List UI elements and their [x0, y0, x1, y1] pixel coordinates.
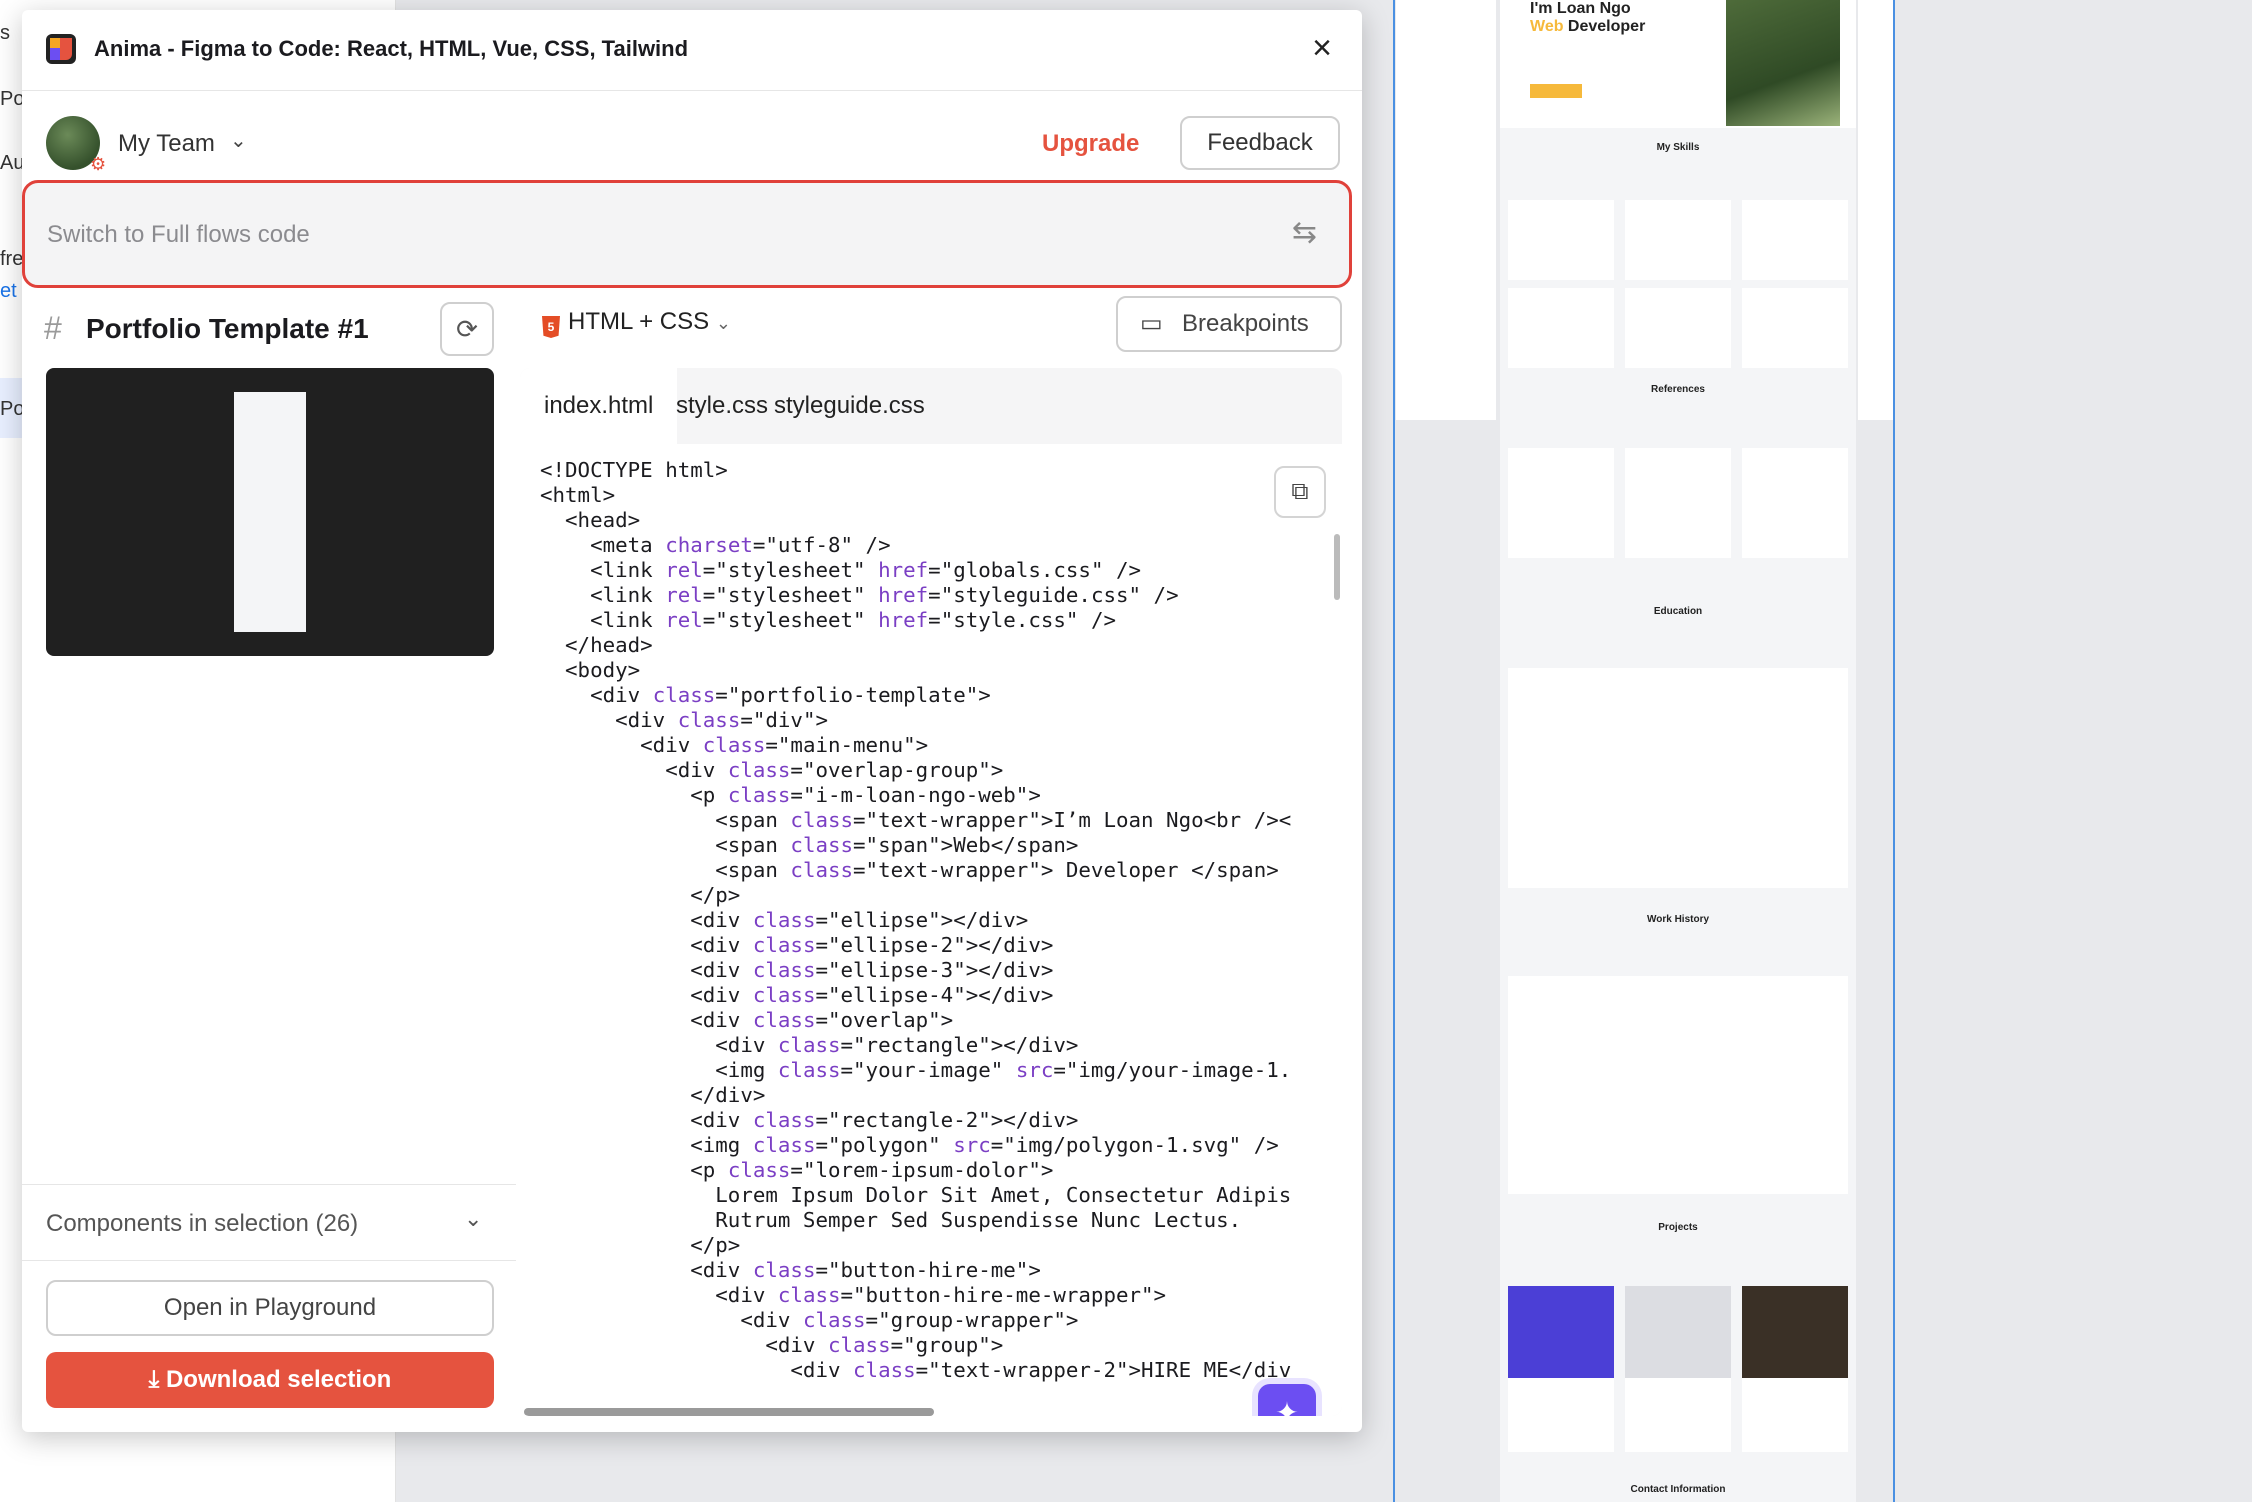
code-line: <link rel="stylesheet" href="style.css" … [540, 608, 1116, 632]
code-line: <div class="main-menu"> [540, 733, 929, 757]
code-line: <div class="ellipse-3"></div> [540, 958, 1054, 982]
code-line: <img class="polygon" src="img/polygon-1.… [540, 1133, 1279, 1157]
layer-fragment: s [0, 22, 10, 44]
language-label: HTML + CSS [568, 308, 710, 335]
gear-icon[interactable]: ⚙ [90, 154, 106, 175]
frame-thumbnail [234, 392, 306, 632]
code-line: <div class="button-hire-me"> [540, 1258, 1041, 1282]
code-line: <link rel="stylesheet" href="globals.css… [540, 558, 1142, 582]
code-line: <div class="ellipse-4"></div> [540, 983, 1054, 1007]
breakpoints-button[interactable]: ▭ Breakpoints [1116, 296, 1342, 352]
breakpoints-label: Breakpoints [1182, 310, 1309, 337]
code-line: <div class="ellipse-2"></div> [540, 933, 1054, 957]
code-line: <div class="text-wrapper-2">HIRE ME</div [540, 1358, 1292, 1382]
breakpoints-icon: ▭ [1140, 310, 1163, 337]
frame-preview [46, 368, 494, 656]
layer-fragment: et [0, 280, 17, 302]
code-line: <div class="overlap"> [540, 1008, 954, 1032]
close-icon[interactable]: × [1302, 28, 1342, 68]
code-line: <div class="portfolio-template"> [540, 683, 991, 707]
chevron-down-icon: ⌄ [715, 313, 731, 333]
layer-fragment: fre [0, 248, 24, 270]
swap-icon[interactable]: ⇆ [1292, 215, 1317, 250]
code-line: </p> [540, 883, 741, 907]
code-line: Lorem Ipsum Dolor Sit Amet, Consectetur … [540, 1183, 1292, 1207]
feedback-button[interactable]: Feedback [1180, 116, 1340, 170]
html5-icon: 5 [542, 316, 560, 338]
chevron-down-icon[interactable]: ⌄ [464, 1206, 482, 1232]
components-in-selection[interactable]: Components in selection (26) [46, 1210, 358, 1238]
code-block: <!DOCTYPE html> <html> <head> <meta char… [540, 458, 1291, 1383]
code-line: <!DOCTYPE html> [540, 458, 728, 482]
switch-placeholder: Switch to Full flows code [47, 221, 310, 248]
code-line: </div> [540, 1083, 766, 1107]
code-line: <span class="text-wrapper"> Developer </… [540, 858, 1279, 882]
language-selector[interactable]: 5 HTML + CSS ⌄ [542, 308, 731, 338]
code-line: <link rel="stylesheet" href="styleguide.… [540, 583, 1179, 607]
code-line: Rutrum Semper Sed Suspendisse Nunc Lectu… [540, 1208, 1242, 1232]
code-line: <div class="rectangle"></div> [540, 1033, 1079, 1057]
code-line: <div class="overlap-group"> [540, 758, 1004, 782]
code-line: <html> [540, 483, 616, 507]
anima-plugin-window: Anima - Figma to Code: React, HTML, Vue,… [22, 10, 1362, 1432]
code-line: <div class="button-hire-me-wrapper"> [540, 1283, 1167, 1307]
code-viewer[interactable]: <!DOCTYPE html> <html> <head> <meta char… [520, 444, 1342, 1416]
code-line: </p> [540, 1233, 741, 1257]
team-selector[interactable]: My Team [118, 130, 215, 158]
chevron-down-icon[interactable]: ⌄ [230, 128, 247, 153]
divider [22, 1184, 516, 1185]
code-line: <p class="i-m-loan-ngo-web"> [540, 783, 1041, 807]
code-line: <body> [540, 658, 641, 682]
download-selection-button[interactable]: ⤓ Download selection [46, 1352, 494, 1408]
code-line: <div class="group-wrapper"> [540, 1308, 1079, 1332]
file-tabs: index.html style.css styleguide.css [520, 368, 1342, 444]
tab-styleguide-css[interactable]: styleguide.css [750, 368, 949, 444]
plugin-title: Anima - Figma to Code: React, HTML, Vue,… [94, 36, 689, 61]
vertical-scrollbar[interactable] [1334, 534, 1340, 600]
code-line: </head> [540, 633, 653, 657]
code-line: <p class="lorem-ipsum-dolor"> [540, 1158, 1054, 1182]
code-line: <div class="ellipse"></div> [540, 908, 1029, 932]
layer-fragment: Au [0, 152, 25, 174]
horizontal-scrollbar[interactable] [524, 1408, 934, 1416]
code-line: <span class="text-wrapper">I’m Loan Ngo<… [540, 808, 1292, 832]
selected-frame-outline [1393, 0, 1895, 1502]
open-in-playground-button[interactable]: Open in Playground [46, 1280, 494, 1336]
code-line: <div class="rectangle-2"></div> [540, 1108, 1079, 1132]
download-label: Download selection [165, 1366, 392, 1393]
code-line: <span class="span">Web</span> [540, 833, 1079, 857]
code-line: <div class="div"> [540, 708, 828, 732]
download-icon: ⤓ [148, 1366, 160, 1393]
code-panel: index.html style.css styleguide.css <!DO… [520, 368, 1342, 1416]
layer-fragment: Po [0, 88, 25, 110]
refresh-icon[interactable]: ⟳ [440, 302, 494, 356]
code-line: <div class="group"> [540, 1333, 1004, 1357]
switch-full-flows-input[interactable]: Switch to Full flows code ⇆ [22, 180, 1352, 288]
anima-logo-icon [46, 34, 76, 64]
code-line: <head> [540, 508, 641, 532]
upgrade-link[interactable]: Upgrade [1042, 130, 1139, 158]
ai-sparkle-icon[interactable]: ✦ [1258, 1384, 1316, 1416]
code-line: <img class="your-image" src="img/your-im… [540, 1058, 1292, 1082]
layer-fragment: Po [0, 398, 25, 420]
frame-name: Portfolio Template #1 [86, 313, 369, 344]
code-line: <meta charset="utf-8" /> [540, 533, 891, 557]
frame-icon: # [44, 310, 62, 346]
copy-icon[interactable]: ⧉ [1274, 466, 1326, 518]
divider [22, 1260, 516, 1261]
plugin-titlebar: Anima - Figma to Code: React, HTML, Vue,… [22, 10, 1362, 91]
